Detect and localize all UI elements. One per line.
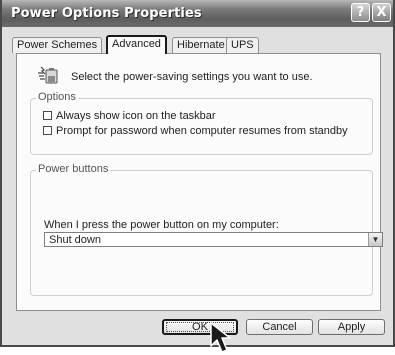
tab-ups[interactable]: UPS bbox=[226, 37, 259, 53]
help-button[interactable]: ? bbox=[351, 3, 370, 22]
tab-power-schemes[interactable]: Power Schemes bbox=[12, 37, 103, 53]
power-button-action-value: Shut down bbox=[49, 234, 101, 246]
prompt-password-label: Prompt for password when computer resume… bbox=[56, 125, 348, 137]
tab-advanced[interactable]: Advanced bbox=[106, 35, 167, 54]
arrow-cursor-icon bbox=[210, 322, 231, 353]
window-title: Power Options Properties bbox=[11, 6, 202, 21]
power-button-action-select[interactable]: Shut down ▼ bbox=[44, 232, 383, 247]
power-buttons-legend: Power buttons bbox=[36, 163, 111, 175]
checkbox-box[interactable] bbox=[43, 111, 52, 120]
power-button-action-label: When I press the power button on my comp… bbox=[44, 219, 279, 231]
always-show-icon-label: Always show icon on the taskbar bbox=[56, 110, 216, 122]
close-button[interactable]: X bbox=[372, 3, 391, 22]
power-options-dialog: Power Options Properties ? X Power Schem… bbox=[0, 0, 395, 347]
apply-button[interactable]: Apply bbox=[318, 319, 385, 335]
advanced-tab-panel: Select the power-saving settings you wan… bbox=[16, 53, 383, 311]
title-bar[interactable]: Power Options Properties ? X bbox=[2, 0, 393, 27]
cancel-button[interactable]: Cancel bbox=[246, 319, 313, 335]
battery-power-icon bbox=[38, 66, 58, 84]
intro-text: Select the power-saving settings you wan… bbox=[71, 71, 313, 83]
options-group: Options Always show icon on the taskbar … bbox=[30, 91, 373, 155]
checkbox-box[interactable] bbox=[43, 126, 52, 135]
tab-hibernate[interactable]: Hibernate bbox=[172, 37, 230, 53]
prompt-password-checkbox[interactable]: Prompt for password when computer resume… bbox=[43, 125, 348, 137]
chevron-down-icon[interactable]: ▼ bbox=[368, 233, 382, 246]
options-legend: Options bbox=[36, 91, 78, 103]
always-show-icon-checkbox[interactable]: Always show icon on the taskbar bbox=[43, 110, 216, 122]
